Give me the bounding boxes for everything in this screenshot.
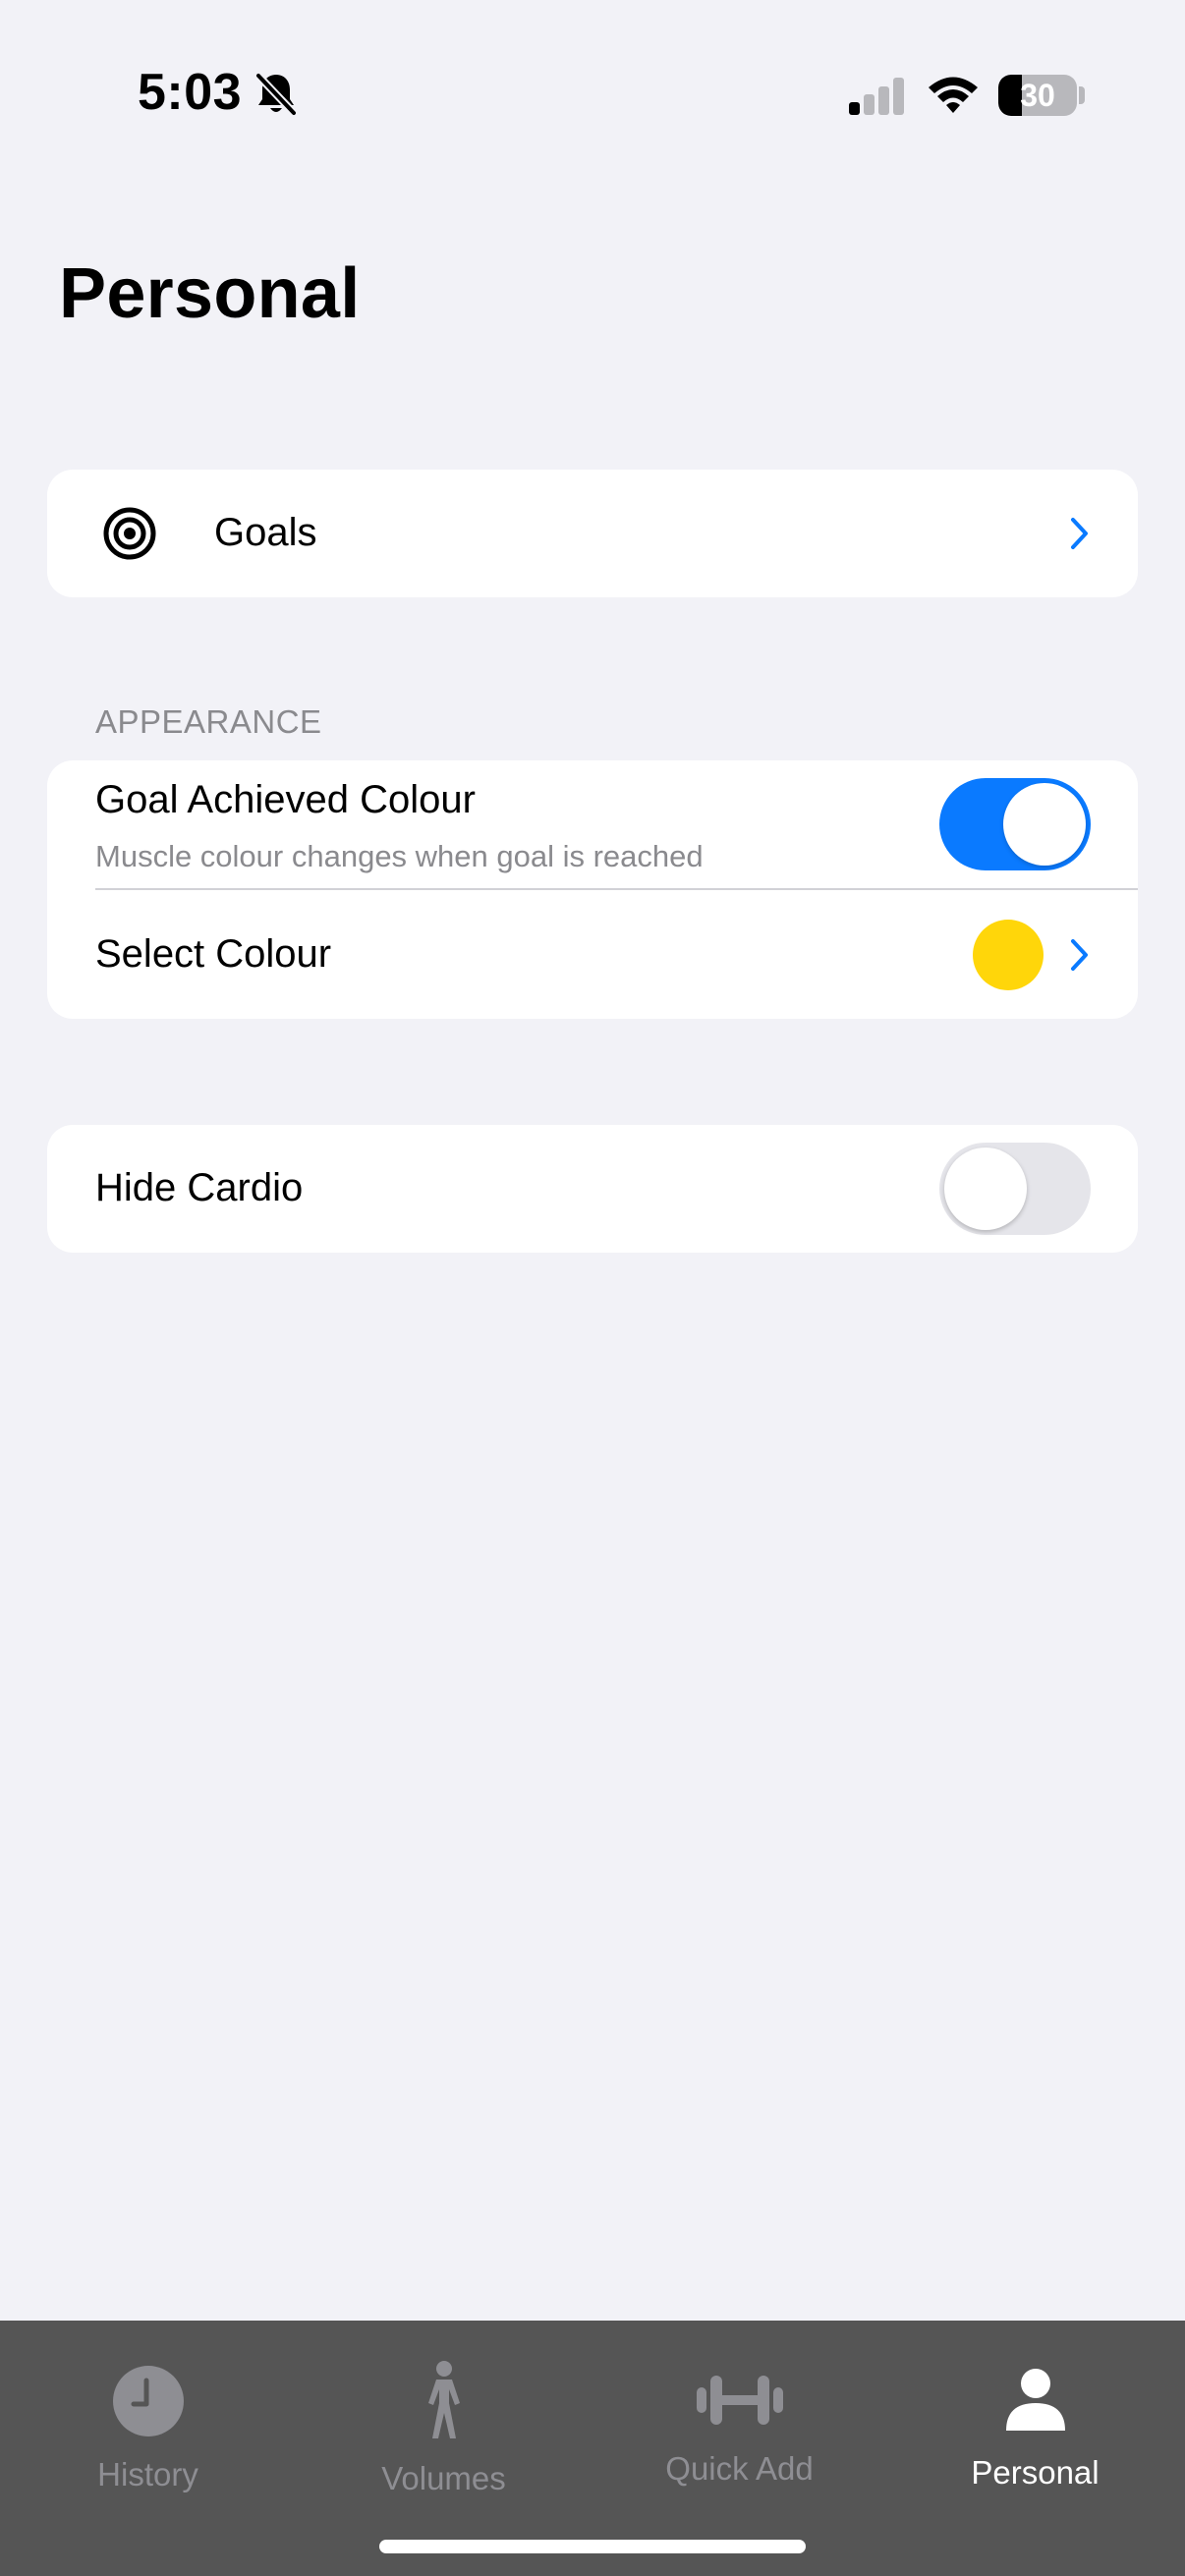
goal-achieved-colour-row: Goal Achieved Colour Muscle colour chang…	[47, 760, 1138, 888]
clock-icon	[112, 2366, 184, 2436]
goals-row[interactable]: Goals	[47, 470, 1138, 597]
hide-cardio-label: Hide Cardio	[95, 1166, 304, 1209]
tab-label-quick-add: Quick Add	[665, 2450, 814, 2487]
tab-personal[interactable]: Personal	[887, 2321, 1183, 2517]
goal-achieved-colour-toggle[interactable]	[939, 778, 1091, 870]
toggle-knob	[1003, 783, 1086, 866]
tab-label-volumes: Volumes	[381, 2460, 506, 2496]
bell-slash-icon	[254, 72, 298, 117]
goals-label: Goals	[214, 511, 317, 554]
battery-icon: 30	[998, 75, 1077, 116]
tab-quick-add[interactable]: Quick Add	[592, 2321, 887, 2517]
goals-card: Goals	[47, 470, 1138, 597]
hide-cardio-toggle[interactable]	[939, 1143, 1091, 1235]
target-icon	[103, 507, 156, 560]
wifi-icon	[929, 77, 978, 113]
tab-volumes[interactable]: Volumes	[296, 2321, 592, 2517]
tab-label-history: History	[97, 2456, 198, 2492]
personal-screen: 5:03 30 Personal Goals APPEARANCE Goal A…	[0, 0, 1185, 2576]
page-title: Personal	[59, 254, 361, 333]
battery-cap	[1079, 86, 1085, 104]
battery-level: 30	[1020, 77, 1055, 113]
appearance-section-header: APPEARANCE	[95, 703, 322, 740]
cellular-signal-icon	[849, 78, 904, 115]
goal-achieved-colour-subtitle: Muscle colour changes when goal is reach…	[95, 839, 704, 873]
tab-history[interactable]: History	[0, 2321, 296, 2517]
goal-achieved-colour-label: Goal Achieved Colour	[95, 778, 476, 821]
select-colour-label: Select Colour	[95, 932, 332, 976]
home-indicator[interactable]	[379, 2540, 806, 2553]
status-time: 5:03	[138, 64, 243, 121]
appearance-card: Goal Achieved Colour Muscle colour chang…	[47, 760, 1138, 1019]
toggle-knob	[944, 1148, 1027, 1230]
chevron-right-icon	[1071, 518, 1088, 549]
tab-label-personal: Personal	[971, 2454, 1100, 2491]
status-bar: 5:03 30	[0, 0, 1185, 147]
person-icon	[1005, 2369, 1065, 2431]
dumbbell-icon	[696, 2376, 783, 2425]
chevron-right-icon	[1071, 939, 1088, 971]
hide-cardio-card: Hide Cardio	[47, 1125, 1138, 1253]
tab-bar: History Volumes Quick Add Personal	[0, 2321, 1185, 2576]
colour-swatch	[973, 920, 1044, 990]
figure-walk-icon	[427, 2361, 460, 2438]
